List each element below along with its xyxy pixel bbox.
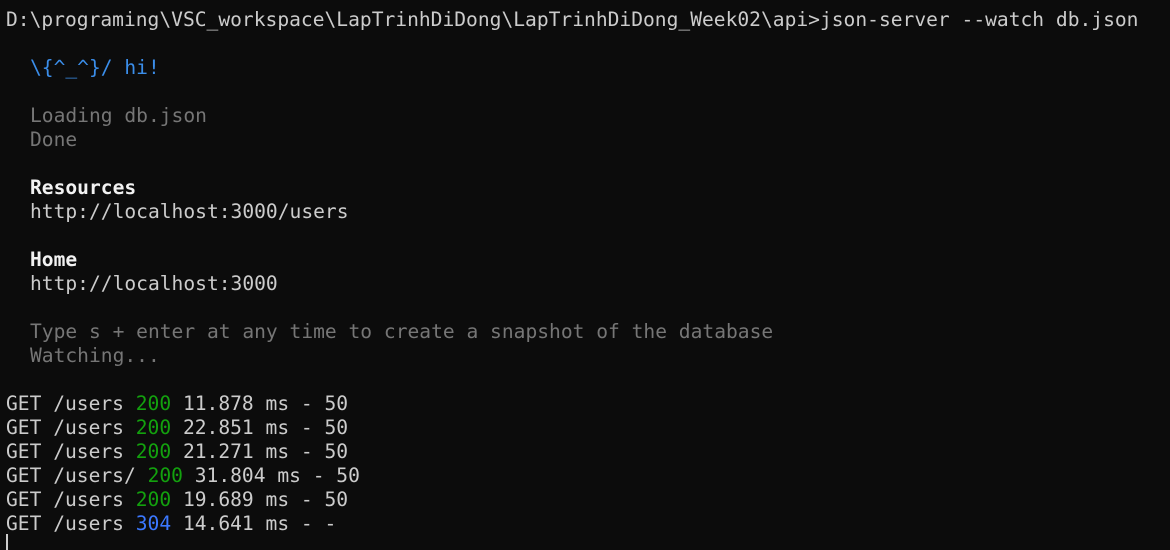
watching-text: Watching... bbox=[30, 344, 160, 367]
request-method: GET bbox=[6, 416, 42, 439]
request-log-line: GET /users 200 11.878 ms - 50 bbox=[6, 392, 1170, 416]
terminal-window[interactable]: D:\programing\VSC_workspace\LapTrinhDiDo… bbox=[0, 0, 1170, 550]
request-time: 11.878 ms - 50 bbox=[182, 392, 349, 415]
request-path: /users bbox=[53, 416, 124, 439]
prompt-path: D:\programing\VSC_workspace\LapTrinhDiDo… bbox=[6, 8, 820, 31]
home-heading: Home bbox=[30, 248, 78, 271]
done-text: Done bbox=[30, 128, 78, 151]
request-method: GET bbox=[6, 440, 42, 463]
request-method: GET bbox=[6, 392, 42, 415]
request-status: 304 bbox=[135, 512, 172, 535]
command-text: json-server --watch db.json bbox=[819, 8, 1139, 31]
request-log-line: GET /users 200 19.689 ms - 50 bbox=[6, 488, 1170, 512]
request-status: 200 bbox=[135, 392, 172, 415]
request-status: 200 bbox=[135, 440, 172, 463]
request-path: /users bbox=[53, 488, 124, 511]
resources-heading: Resources bbox=[30, 176, 137, 199]
request-time: 14.641 ms - - bbox=[182, 512, 337, 535]
request-status: 200 bbox=[135, 416, 172, 439]
text-cursor bbox=[6, 534, 8, 550]
resources-url[interactable]: http://localhost:3000/users bbox=[6, 200, 1170, 224]
greeting-text: \{^_^}/ hi! bbox=[30, 56, 160, 79]
request-method: GET bbox=[6, 488, 42, 511]
home-url[interactable]: http://localhost:3000 bbox=[6, 272, 1170, 296]
request-method: GET bbox=[6, 512, 42, 535]
request-log-line: GET /users 200 22.851 ms - 50 bbox=[6, 416, 1170, 440]
request-status: 200 bbox=[147, 464, 183, 487]
request-method: GET bbox=[6, 464, 42, 487]
request-path: /users/ bbox=[53, 464, 136, 487]
request-time: 21.271 ms - 50 bbox=[182, 440, 349, 463]
request-time: 22.851 ms - 50 bbox=[182, 416, 349, 439]
loading-text: Loading db.json bbox=[30, 104, 207, 127]
request-status: 200 bbox=[135, 488, 172, 511]
snapshot-hint: Type s + enter at any time to create a s… bbox=[30, 320, 774, 343]
request-time: 31.804 ms - 50 bbox=[194, 464, 360, 487]
request-log-line: GET /users 200 21.271 ms - 50 bbox=[6, 440, 1170, 464]
request-path: /users bbox=[53, 392, 124, 415]
request-log-line: GET /users 304 14.641 ms - - bbox=[6, 512, 1170, 536]
request-path: /users bbox=[53, 440, 124, 463]
command-line: D:\programing\VSC_workspace\LapTrinhDiDo… bbox=[6, 8, 1170, 32]
request-log-line: GET /users/ 200 31.804 ms - 50 bbox=[6, 464, 1170, 488]
request-time: 19.689 ms - 50 bbox=[182, 488, 349, 511]
request-path: /users bbox=[53, 512, 124, 535]
